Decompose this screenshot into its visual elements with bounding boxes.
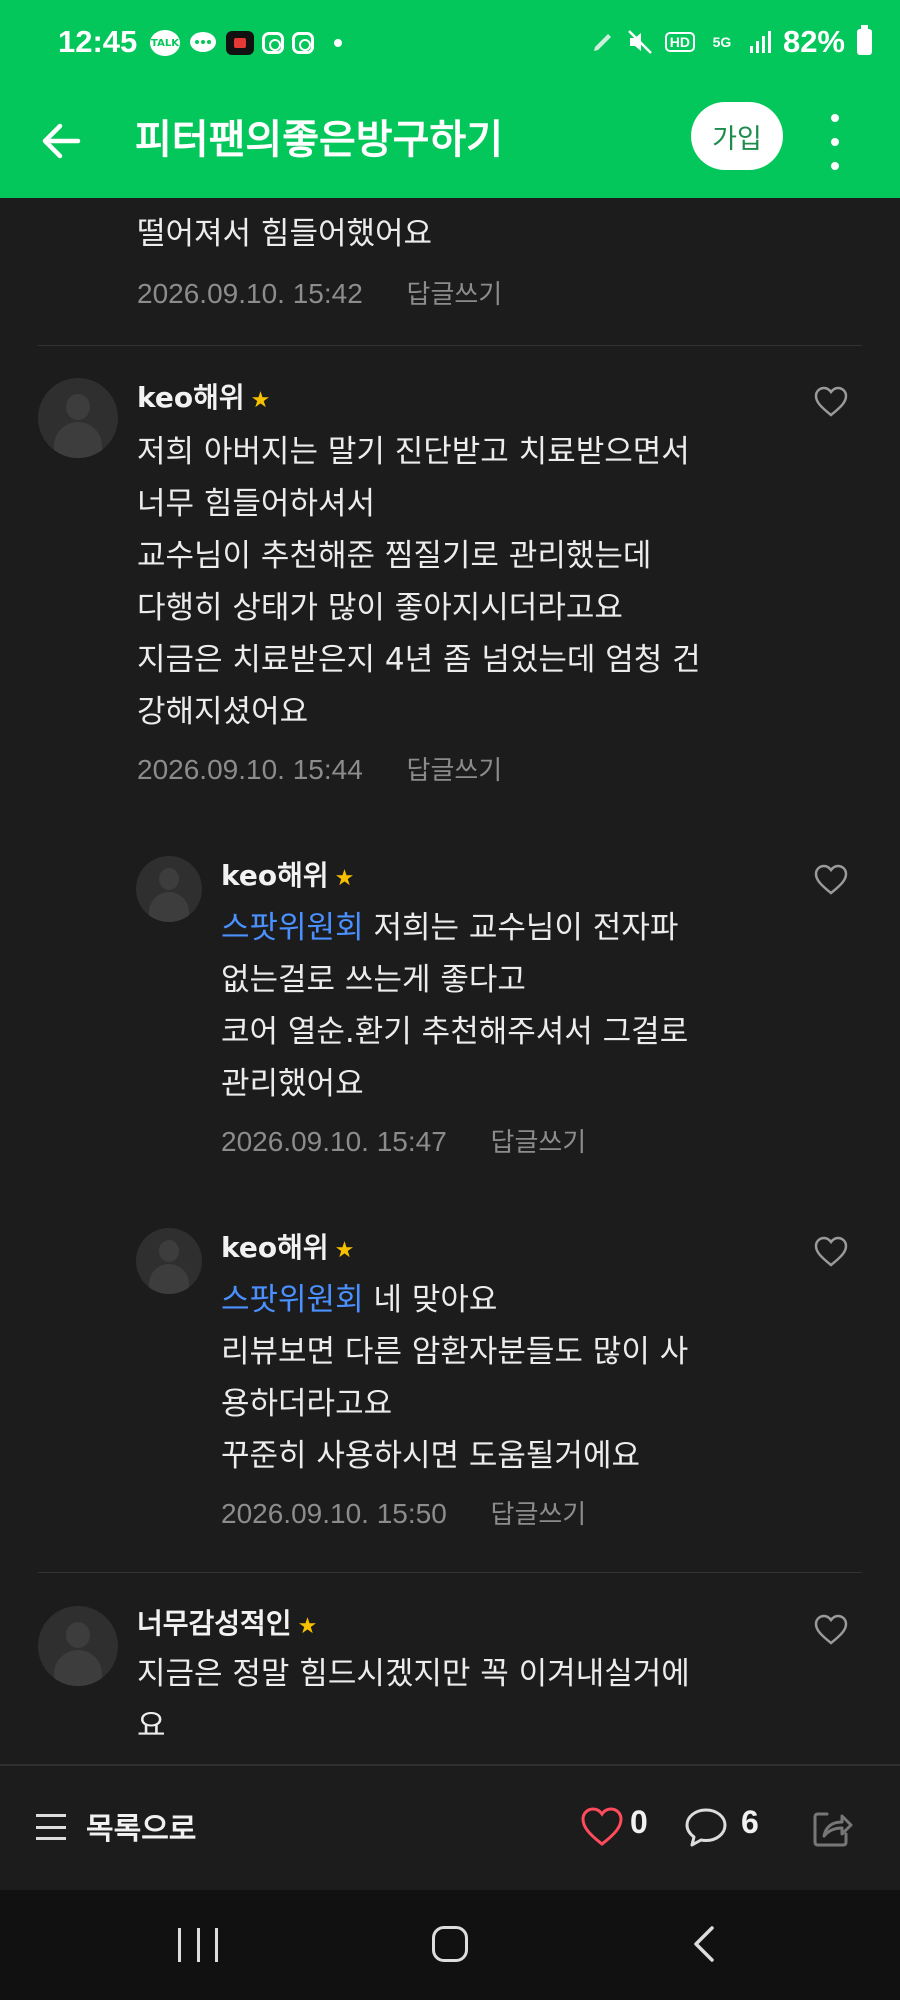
comment-meta: 2026.09.10. 15:50 답글쓰기: [221, 1494, 586, 1531]
app-bar: 피터팬의좋은방구하기 가입: [0, 90, 900, 198]
avatar[interactable]: [38, 378, 118, 458]
nickname: keo해위: [221, 1231, 329, 1264]
like-count: 0: [630, 1804, 648, 1840]
list-item: keo해위 ★ 스팟위원회 네 맞아요 리뷰보면 다른 암환자분들도 많이 사 용…: [0, 1210, 900, 1580]
comment-text: 네 맞아요: [363, 1282, 498, 1318]
comment-text-line: 코어 열순.환기 추천해주셔서 그걸로: [221, 1014, 689, 1050]
comment-text-line: 교수님이 추천해준 찜질기로 관리했는데: [137, 538, 652, 574]
status-system-icons: HD 5G 82%: [591, 24, 872, 60]
status-bar: 12:45 TALK HD 5G 82%: [0, 0, 900, 90]
share-icon[interactable]: [810, 1806, 854, 1850]
nickname: keo해위: [221, 859, 329, 892]
list-item: 떨어져서 힘들어했어요 2026.09.10. 15:42 답글쓰기: [0, 198, 900, 348]
comment-text-line: 요: [137, 1708, 166, 1744]
chat-bubble-icon: [188, 30, 218, 56]
comment-text-line: 다행히 상태가 많이 좋아지시더라고요: [137, 590, 623, 626]
join-button[interactable]: 가입: [691, 102, 783, 170]
comment-timestamp: 2026.09.10. 15:44: [137, 754, 363, 785]
comment-text-line: 저희 아버지는 말기 진단받고 치료받으면서: [137, 434, 690, 470]
comment-body: 지금은 정말 힘드시겠지만 꼭 이겨내실거에 요: [137, 1648, 690, 1752]
star-icon: ★: [334, 1238, 355, 1263]
comment-text-line: 꾸준히 사용하시면 도움될거에요: [221, 1438, 640, 1474]
instagram-icon: [292, 32, 314, 54]
comment-body: 저희 아버지는 말기 진단받고 치료받으면서 너무 힘들어하셔서 교수님이 추천…: [137, 426, 701, 738]
reply-button[interactable]: 답글쓰기: [491, 1500, 587, 1530]
back-to-list-button[interactable]: 목록으로: [86, 1804, 196, 1848]
status-time: 12:45: [58, 24, 138, 59]
system-navigation-bar: [0, 1890, 900, 2000]
heart-icon[interactable]: [580, 1806, 624, 1848]
heart-icon[interactable]: [814, 1236, 848, 1268]
comment-body: 스팟위원회 네 맞아요 리뷰보면 다른 암환자분들도 많이 사 용하더라고요 꾸…: [221, 1274, 688, 1482]
avatar[interactable]: [136, 856, 202, 922]
comment-author[interactable]: 너무감성적인 ★: [137, 1602, 317, 1642]
comment-text-line: 강해지셨어요: [137, 694, 309, 730]
comment-text-line: 용하더라고요: [221, 1386, 393, 1422]
avatar[interactable]: [38, 1606, 118, 1686]
mention-link[interactable]: 스팟위원회: [221, 910, 364, 946]
comment-timestamp: 2026.09.10. 15:47: [221, 1126, 447, 1157]
mute-icon: [627, 30, 652, 54]
reply-button[interactable]: 답글쓰기: [407, 756, 503, 786]
list-item: keo해위 ★ 스팟위원회 저희는 교수님이 전자파 없는걸로 쓰는게 좋다고 코…: [0, 838, 900, 1208]
avatar[interactable]: [136, 1228, 202, 1294]
comment-author[interactable]: keo해위 ★: [221, 854, 354, 894]
comment-meta: 2026.09.10. 15:44 답글쓰기: [137, 750, 502, 787]
status-notification-icons: TALK: [150, 30, 342, 56]
menu-icon[interactable]: [36, 1814, 66, 1840]
mention-link[interactable]: 스팟위원회: [221, 1282, 364, 1318]
kakaotalk-icon: TALK: [150, 30, 180, 56]
list-item: 너무감성적인 ★ 지금은 정말 힘드시겠지만 꼭 이겨내실거에 요: [0, 1584, 900, 1764]
more-notifications-dot: [334, 39, 342, 47]
signal-icon: [749, 31, 771, 53]
reply-button[interactable]: 답글쓰기: [407, 280, 503, 310]
divider: [38, 1572, 862, 1573]
reply-button[interactable]: 답글쓰기: [491, 1128, 587, 1158]
comment-text-line: 관리했어요: [221, 1066, 364, 1102]
more-vertical-icon[interactable]: [820, 114, 850, 170]
heart-icon[interactable]: [814, 1614, 848, 1646]
comment-text-line: 리뷰보면 다른 암환자분들도 많이 사: [221, 1334, 689, 1370]
comment-body: 스팟위원회 저희는 교수님이 전자파 없는걸로 쓰는게 좋다고 코어 열순.환기…: [221, 902, 688, 1110]
home-icon[interactable]: [432, 1926, 468, 1962]
nickname: 너무감성적인: [137, 1607, 292, 1640]
comment-text-line: 스팟위원회 네 맞아요: [221, 1274, 688, 1326]
arrow-left-icon[interactable]: [38, 116, 88, 166]
battery-icon: [857, 25, 872, 55]
record-app-icon: [226, 31, 254, 55]
comment-text-line: 지금은 정말 힘드시겠지만 꼭 이겨내실거에: [137, 1656, 690, 1692]
instagram-icon: [262, 32, 284, 54]
nickname: keo해위: [137, 381, 245, 414]
comment-icon[interactable]: [684, 1806, 728, 1848]
star-icon: ★: [250, 388, 271, 413]
comment-text-line: 너무 힘들어하셔서: [137, 486, 376, 522]
comment-list: 떨어져서 힘들어했어요 2026.09.10. 15:42 답글쓰기 keo해위…: [0, 198, 900, 1764]
comment-text-line: 스팟위원회 저희는 교수님이 전자파: [221, 902, 688, 954]
divider: [38, 345, 862, 346]
comment-timestamp: 2026.09.10. 15:50: [221, 1498, 447, 1529]
comment-text: 떨어져서 힘들어했어요: [137, 216, 433, 252]
comment-count: 6: [741, 1804, 759, 1840]
back-nav-icon[interactable]: [686, 1924, 726, 1964]
cafe-title[interactable]: 피터팬의좋은방구하기: [135, 110, 503, 170]
heart-icon[interactable]: [814, 864, 848, 896]
comment-timestamp: 2026.09.10. 15:42: [137, 278, 363, 309]
comment-author[interactable]: keo해위 ★: [221, 1226, 354, 1266]
pen-icon: [593, 34, 611, 51]
comment-text: 저희는 교수님이 전자파: [363, 910, 679, 946]
hd-voice-icon: HD: [664, 32, 695, 52]
battery-percent: 82%: [782, 24, 845, 59]
heart-icon[interactable]: [814, 386, 848, 418]
comment-meta: 2026.09.10. 15:47 답글쓰기: [221, 1122, 586, 1159]
star-icon: ★: [297, 1614, 318, 1639]
comment-author[interactable]: keo해위 ★: [137, 376, 270, 416]
comment-text-line: 지금은 치료받은지 4년 좀 넘었는데 엄청 건: [137, 642, 701, 678]
network-type-icon: 5G: [712, 34, 732, 50]
bottom-action-bar: 목록으로 0 6: [0, 1764, 900, 1892]
comment-meta: 2026.09.10. 15:42 답글쓰기: [137, 274, 502, 311]
comment-text-line: 없는걸로 쓰는게 좋다고: [221, 962, 526, 998]
list-item: keo해위 ★ 저희 아버지는 말기 진단받고 치료받으면서 너무 힘들어하셔서 …: [0, 358, 900, 818]
recent-apps-icon[interactable]: [178, 1928, 218, 1962]
star-icon: ★: [334, 866, 355, 891]
